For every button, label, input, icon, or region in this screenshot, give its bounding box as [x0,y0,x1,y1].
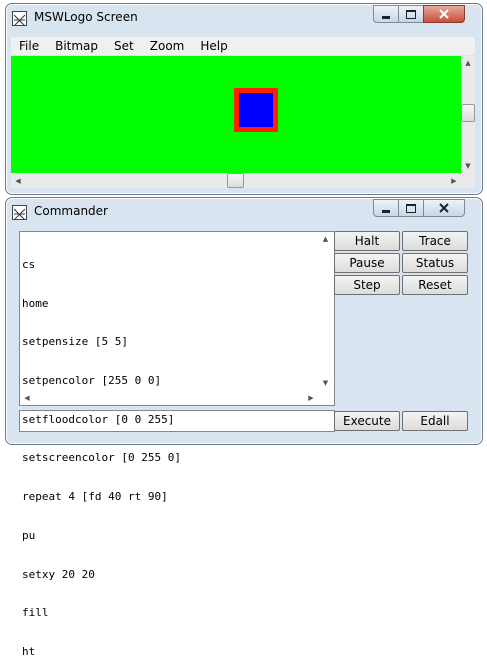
scroll-right-icon[interactable]: ▶ [447,173,461,188]
history-line[interactable]: pu [22,529,181,543]
minimize-icon [382,15,390,19]
maximize-button[interactable] [398,5,424,23]
menu-file[interactable]: File [11,39,47,53]
scroll-left-icon[interactable]: ◀ [11,173,25,188]
menu-zoom[interactable]: Zoom [142,39,193,53]
close-icon [439,9,449,19]
reset-button[interactable]: Reset [402,275,468,295]
step-button[interactable]: Step [334,275,400,295]
maximize-icon [406,9,416,19]
minimize-button[interactable] [373,5,399,23]
execute-button[interactable]: Execute [334,411,400,431]
scroll-up-icon[interactable]: ▲ [318,232,333,246]
history-line[interactable]: setpensize [5 5] [22,335,181,349]
vertical-scroll-thumb[interactable] [461,104,475,122]
pause-button[interactable]: Pause [334,253,400,273]
vertical-scrollbar[interactable]: ▲ ▼ [461,56,475,173]
menu-help[interactable]: Help [192,39,235,53]
history-line[interactable]: setxy 20 20 [22,568,181,582]
menu-set[interactable]: Set [106,39,142,53]
title-bar[interactable]: MSWLogo Screen [6,4,482,32]
mswlogo-screen-window: MSWLogo Screen File Bitmap Set Zoom Help… [5,3,483,195]
history-line[interactable]: setscreencolor [0 255 0] [22,452,181,465]
command-history-lines: cs home setpensize [5 5] setpencolor [25… [22,233,181,672]
scroll-up-icon[interactable]: ▲ [461,56,475,70]
minimize-icon [382,209,390,213]
edall-button[interactable]: Edall [402,411,468,431]
drawn-square [234,88,278,132]
history-line[interactable]: ht [22,645,181,659]
horizontal-scroll-thumb[interactable] [227,173,244,188]
menu-bitmap[interactable]: Bitmap [47,39,106,53]
horizontal-scrollbar[interactable]: ◀ ▶ [11,173,461,188]
drawing-canvas[interactable] [11,56,461,173]
close-icon [439,203,449,213]
title-bar[interactable]: Commander [6,198,482,226]
minimize-button[interactable] [373,199,399,217]
history-vertical-scrollbar[interactable]: ▲ ▼ [318,232,333,390]
maximize-icon [406,203,416,213]
status-button[interactable]: Status [402,253,468,273]
menu-bar: File Bitmap Set Zoom Help [11,37,475,55]
window-title: MSWLogo Screen [34,10,138,24]
scroll-right-icon[interactable]: ▶ [304,390,318,405]
history-line[interactable]: cs [22,258,181,272]
window-title: Commander [34,204,108,218]
halt-button[interactable]: Halt [334,231,400,251]
scroll-down-icon[interactable]: ▼ [318,376,333,390]
commander-app-icon [12,205,27,220]
close-button[interactable] [423,199,465,217]
history-line[interactable]: repeat 4 [fd 40 rt 90] [22,490,181,504]
history-line[interactable]: setpencolor [255 0 0] [22,374,181,388]
mswlogo-app-icon [12,11,27,26]
size-grip [461,173,475,188]
close-button[interactable] [423,5,465,23]
history-line[interactable]: setfloodcolor [0 0 255] [22,413,181,427]
maximize-button[interactable] [398,199,424,217]
history-line[interactable]: home [22,297,181,311]
scroll-down-icon[interactable]: ▼ [461,159,475,173]
history-line[interactable]: fill [22,606,181,620]
trace-button[interactable]: Trace [402,231,468,251]
